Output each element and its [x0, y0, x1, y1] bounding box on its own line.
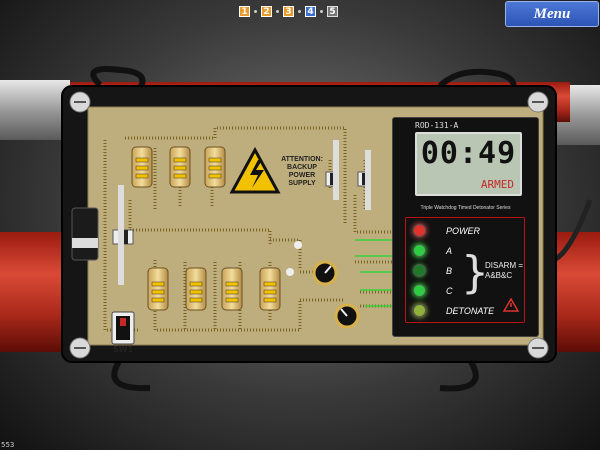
channel-c-label: C [446, 286, 453, 296]
junction-dot [294, 241, 302, 249]
capacitor [71, 207, 99, 261]
warning-text: ATTENTION: BACKUP POWER SUPPLY [278, 156, 326, 188]
switch-toggle[interactable] [120, 318, 126, 326]
detonate-label: DETONATE [446, 306, 495, 316]
channel-c-led[interactable] [413, 284, 426, 297]
warning-icon [503, 298, 519, 312]
pin [118, 185, 124, 285]
disarm-label: DISARM = [485, 261, 524, 270]
warning-line: ATTENTION: [281, 156, 323, 163]
detonator-subtitle: Triple Watchdog Timed Detonator Series [420, 205, 511, 211]
model-label: ROD-131-A [415, 121, 459, 130]
channel-a-led[interactable] [413, 244, 426, 257]
countdown-timer: 00:49 [420, 136, 517, 171]
pipe-left [0, 80, 70, 140]
warning-line: BACKUP [287, 164, 317, 171]
wire [111, 358, 151, 392]
channel-a-label: A [446, 246, 453, 256]
power-label: POWER [446, 226, 481, 236]
junction-dot [286, 268, 294, 276]
wire [439, 358, 479, 392]
armed-status: ARMED [480, 178, 514, 191]
warning-line: SUPPLY [288, 180, 316, 187]
pin [333, 140, 339, 200]
disarm-rule: A&B&C [485, 271, 513, 280]
resistor-group-top [131, 146, 226, 188]
power-led [413, 224, 426, 237]
disarm-info: DISARM = A&B&C [485, 261, 523, 281]
detonate-led [413, 304, 426, 317]
channel-b-label: B [446, 266, 453, 276]
capacitor-band [72, 238, 98, 248]
lcd-display: 00:49 ARMED [415, 132, 522, 196]
channel-b-led[interactable] [413, 264, 426, 277]
pin [365, 150, 371, 210]
detonator-panel: ROD-131-A 00:49 ARMED Triple Watchdog Ti… [392, 117, 539, 337]
frame-counter: 553 [1, 441, 15, 449]
switch-label: SW1 [113, 345, 134, 354]
warning-line: POWER [288, 172, 316, 179]
